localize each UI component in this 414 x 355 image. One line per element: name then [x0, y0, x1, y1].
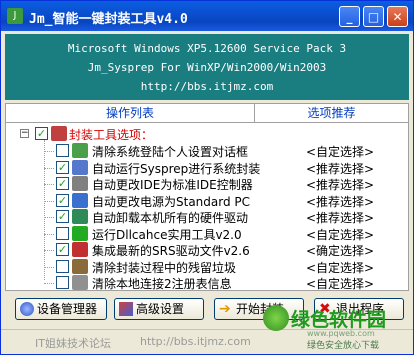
watermark-title: 绿色软件园 [291, 309, 387, 331]
device-icon [20, 302, 34, 316]
tree-item[interactable]: 运行Dllcahce实用工具v2.0 <自定选择> [6, 225, 406, 242]
option-checkbox[interactable]: ✓ [56, 193, 69, 207]
chip-icon [72, 242, 88, 257]
main-window: J Jm_智能一键封装工具v4.0 _ □ ✕ Microsoft Window… [0, 0, 414, 355]
option-label: 自动卸载本机所有的硬件驱动 [92, 211, 249, 225]
option-label: 自动更改电源为Standard PC [92, 194, 251, 209]
option-checkbox[interactable]: ✓ [56, 210, 69, 223]
tree-item[interactable]: 清除本地连接2注册表信息 <自定选择> [6, 274, 406, 291]
printer-icon [72, 176, 88, 191]
cog-window-icon [72, 159, 88, 175]
option-recommendation: <自定选择> [306, 260, 375, 275]
tree-connector [44, 200, 54, 202]
option-label: 自动运行Sysprep进行系统封装 [92, 161, 261, 176]
option-recommendation: <自定选择> [306, 145, 375, 159]
option-checkbox[interactable] [56, 259, 69, 273]
tree-connector [44, 250, 54, 251]
hardware-icon [72, 209, 88, 224]
tab-operation-list[interactable]: 操作列表 [6, 104, 255, 122]
option-label: 自动更改IDE为标准IDE控制器 [92, 178, 253, 192]
minimize-button[interactable]: _ [339, 6, 360, 27]
status-forum: IT姐妹技术论坛 [35, 337, 111, 350]
option-label: 运行Dllcahce实用工具v2.0 [92, 227, 242, 242]
status-url: http://bbs.itjmz.com [140, 335, 251, 348]
tree-connector [44, 151, 54, 152]
option-label: 清除系统登陆个人设置对话框 [92, 145, 249, 159]
window-title: Jm_智能一键封装工具v4.0 [29, 12, 188, 27]
tree-item[interactable]: 清除系统登陆个人设置对话框 <自定选择> [6, 142, 406, 159]
option-label: 清除本地连接2注册表信息 [92, 277, 232, 291]
document-icon [72, 275, 88, 290]
puzzle-icon [72, 143, 88, 158]
watermark-subtitle: 绿色安全放心下载 [307, 341, 380, 351]
option-recommendation: <推荐选择> [306, 161, 375, 176]
check-icon [72, 225, 88, 241]
tree-item[interactable]: ✓ 自动运行Sysprep进行系统封装 <推荐选择> [6, 159, 406, 176]
monitor-icon [72, 192, 88, 208]
arrow-right-icon: ➔ [219, 301, 231, 317]
option-label: 集成最新的SRS驱动文件v2.6 [92, 244, 250, 258]
info-banner: Microsoft Windows XP5.12600 Service Pack… [5, 34, 409, 100]
tree-item[interactable]: ✓ 自动卸载本机所有的硬件驱动 <推荐选择> [6, 208, 406, 225]
option-recommendation: <自定选择> [306, 277, 375, 291]
option-checkbox[interactable] [56, 144, 69, 157]
tools-icon [119, 302, 133, 316]
tree-item[interactable]: ✓ 集成最新的SRS驱动文件v2.6 <确定选择> [6, 241, 406, 258]
watermark-url: www.pqweb.com [307, 329, 375, 338]
tree-connector [44, 217, 54, 218]
tree-connector [44, 167, 54, 169]
option-recommendation: <确定选择> [306, 244, 375, 258]
tree-connector [44, 266, 54, 268]
tree-item[interactable]: ✓ 自动更改IDE为标准IDE控制器 <推荐选择> [6, 175, 406, 192]
watermark-logo-icon [263, 305, 289, 331]
tree-item[interactable]: ✓ 自动更改电源为Standard PC <推荐选择> [6, 192, 406, 209]
option-recommendation: <推荐选择> [306, 211, 375, 225]
tab-recommended[interactable]: 选项推荐 [255, 104, 408, 122]
tree-item[interactable]: 清除封装过程中的残留垃圾 <自定选择> [6, 258, 406, 275]
tree-connector [44, 283, 54, 284]
collapse-icon[interactable]: − [20, 129, 29, 138]
column-header: 操作列表 选项推荐 [5, 103, 409, 123]
maximize-button[interactable]: □ [363, 6, 384, 27]
options-tree: − ✓ 封装工具选项： 清除系统登陆个人设置对话框 <自定选择> ✓ 自动运行Sysp… [5, 123, 409, 291]
forum-url-text: http://bbs.itjmz.com [140, 80, 274, 93]
option-checkbox[interactable]: ✓ [56, 160, 69, 174]
advanced-settings-button[interactable]: 高级设置 [114, 298, 204, 320]
option-recommendation: <推荐选择> [306, 194, 375, 209]
root-checkbox[interactable]: ✓ [35, 127, 48, 140]
title-bar[interactable]: J Jm_智能一键封装工具v4.0 _ □ ✕ [1, 1, 413, 31]
option-checkbox[interactable] [56, 276, 69, 289]
app-icon: J [7, 8, 23, 24]
option-recommendation: <推荐选择> [306, 178, 375, 192]
option-checkbox[interactable]: ✓ [56, 177, 69, 190]
toolbox-icon [51, 126, 67, 141]
option-checkbox[interactable]: ✓ [56, 243, 69, 256]
close-button[interactable]: ✕ [387, 6, 408, 27]
device-manager-button[interactable]: 设备管理器 [15, 298, 107, 320]
watermark: 绿色软件园 www.pqweb.com 绿色安全放心下载 [263, 301, 413, 353]
option-checkbox[interactable] [56, 226, 69, 240]
option-recommendation: <自定选择> [306, 227, 375, 242]
product-text: Jm_Sysprep For WinXP/Win2000/Win2003 [87, 61, 327, 74]
root-label: 封装工具选项： [69, 128, 154, 142]
tree-connector [44, 184, 54, 185]
tree-connector [44, 233, 54, 235]
os-version-text: Microsoft Windows XP5.12600 Service Pack… [67, 42, 347, 55]
tree-root[interactable]: − ✓ 封装工具选项： [6, 125, 406, 142]
option-label: 清除封装过程中的残留垃圾 [92, 260, 237, 275]
magnifier-icon [72, 258, 88, 274]
